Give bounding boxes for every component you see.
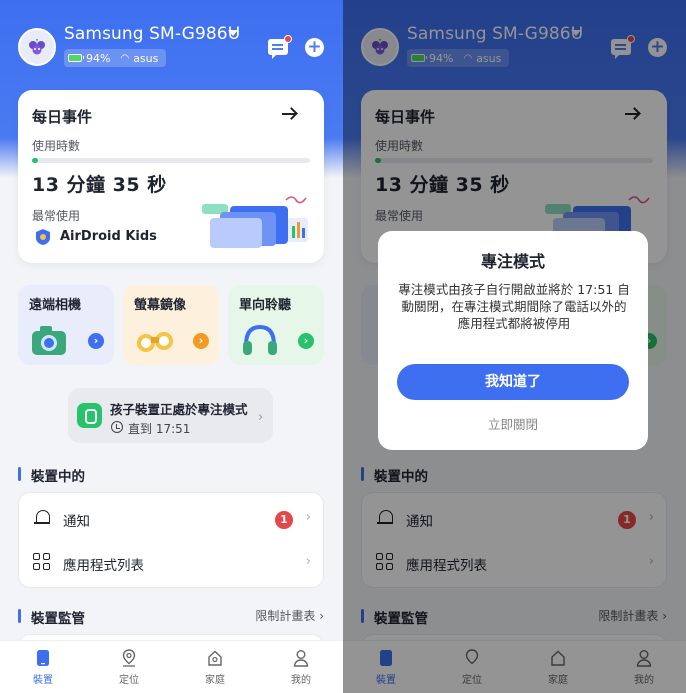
section-title: 裝置監管 [31,611,85,627]
chevron-right-icon[interactable]: › [88,333,104,349]
usage-progress-fill [32,158,38,163]
wifi-name: asus [133,51,159,65]
close-now-button[interactable]: 立即關閉 [378,414,648,433]
message-unread-dot [284,35,292,43]
focus-mode-until: 直到 17:51 [128,422,191,436]
bottom-tab-bar: 裝置 定位 家庭 我的 [0,640,343,693]
focus-mode-banner[interactable]: 孩子裝置正處於專注模式 直到 17:51 › [68,388,273,443]
apps-grid-icon [33,553,51,571]
tab-location[interactable]: 定位 [86,641,172,693]
daily-events-card[interactable]: 每日事件 使用時數 13 分鐘 35 秒 最常使用 AirDroid Kids [18,90,324,263]
section-title: 裝置中的 [31,469,85,485]
chevron-right-icon: › [258,410,264,425]
user-icon [293,650,309,667]
usage-label: 使用時數 [32,139,81,153]
feature-row: 遠端相機 › 螢幕鏡像 › 單向聆聽 › [18,285,324,365]
feature-label: 遠端相機 [29,298,82,313]
list-item-notifications[interactable]: 通知 1 › [19,496,325,540]
device-name[interactable]: Samsung SM-G986U [64,24,240,44]
usage-illustration [202,196,308,248]
list-item-app-list[interactable]: 應用程式列表 › [19,540,325,584]
one-way-audio-card[interactable]: 單向聆聽 › [228,285,324,365]
list-item-label: 通知 [63,514,90,530]
binoculars-icon [137,332,173,352]
wifi-icon: ◠ [120,52,130,64]
tab-label: 定位 [119,675,139,686]
add-device-button[interactable]: + [305,38,324,57]
tab-label: 裝置 [33,675,53,686]
chevron-right-icon[interactable]: › [193,333,209,349]
top-bar: Samsung SM-G986U 94% ◠ asus + [0,0,343,80]
focus-mode-dialog: 專注模式 專注模式由孩子自行開啟並將於 17:51 自動關閉，在專注模式期間除了… [378,231,648,450]
usage-progress-bar [32,158,310,163]
home-icon [208,650,222,666]
feature-label: 螢幕鏡像 [134,298,187,313]
bell-icon [34,509,50,527]
clock-icon [111,421,123,433]
dialog-title: 專注模式 [480,252,545,271]
grape-avatar-icon [29,39,45,55]
tab-me[interactable]: 我的 [258,641,343,693]
got-it-button[interactable]: 我知道了 [397,364,629,400]
schedule-link-label: 限制計畫表 [255,609,316,623]
dialog-body: 專注模式由孩子自行開啟並將於 17:51 自動關閉，在專注模式期間除了電話以外的… [398,282,630,331]
monitor-section-header: 裝置監管 限制計畫表 › [18,606,324,627]
device-status-chip: 94% ◠ asus [64,49,166,67]
list-item-label: 應用程式列表 [63,558,144,574]
tab-family[interactable]: 家庭 [172,641,258,693]
chevron-right-icon: › [305,554,311,569]
arrow-right-icon[interactable] [282,107,296,121]
device-section-header: 裝置中的 [18,464,324,485]
device-avatar[interactable] [18,28,56,66]
home-screen: Samsung SM-G986U 94% ◠ asus + 每日事件 使用時數 … [0,0,343,693]
chevron-right-icon: › [305,510,311,525]
tab-label: 家庭 [205,675,225,686]
section-accent-bar [18,467,21,481]
focus-mode-title: 孩子裝置正處於專注模式 [110,402,248,417]
camera-icon [32,326,66,355]
focus-mode-icon [77,403,102,428]
chevron-down-icon[interactable] [228,30,238,36]
location-pin-icon [122,649,136,667]
battery-level: 94% [86,51,111,65]
most-used-label: 最常使用 [32,209,81,223]
tab-label: 我的 [291,675,311,686]
headphones-icon [243,324,277,355]
tab-device[interactable]: 裝置 [0,641,86,693]
daily-events-title: 每日事件 [32,108,93,126]
device-list: 通知 1 › 應用程式列表 › [18,492,324,588]
chevron-right-icon[interactable]: › [298,333,314,349]
screen-mirror-card[interactable]: 螢幕鏡像 › [123,285,219,365]
schedule-link[interactable]: 限制計畫表 › [255,607,324,624]
phone-icon [37,650,49,666]
feature-label: 單向聆聽 [239,298,292,313]
battery-icon [68,54,84,62]
section-accent-bar [18,609,21,623]
airdroid-kids-icon [36,229,50,245]
notification-badge: 1 [275,511,293,529]
usage-value: 13 分鐘 35 秒 [32,174,167,196]
remote-camera-card[interactable]: 遠端相機 › [18,285,114,365]
screenshot-root: Samsung SM-G986U 94% ◠ asus + 每日事件 使用時數 … [0,0,686,693]
most-used-app-name: AirDroid Kids [60,229,157,244]
